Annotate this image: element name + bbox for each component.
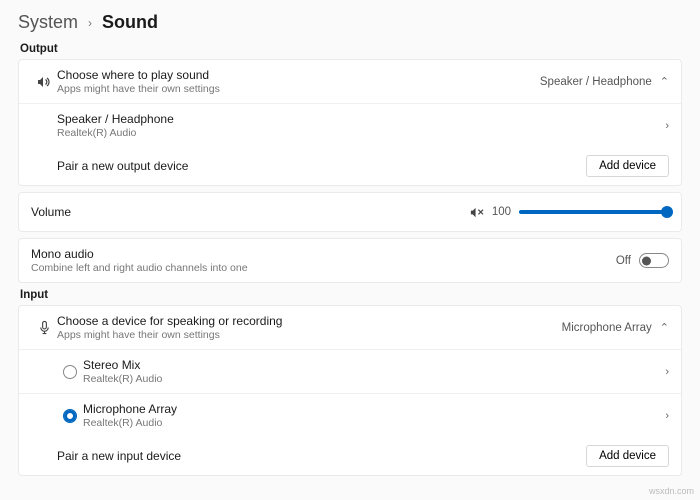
output-choose-row[interactable]: Choose where to play sound Apps might ha… (19, 60, 681, 104)
speaker-icon (31, 74, 57, 90)
mono-panel: Mono audio Combine left and right audio … (18, 238, 682, 283)
mono-row[interactable]: Mono audio Combine left and right audio … (19, 239, 681, 282)
mono-toggle[interactable] (639, 253, 669, 268)
input-section-label: Input (20, 289, 682, 301)
radio-selected-icon[interactable] (63, 409, 77, 423)
input-device-name: Stereo Mix (83, 358, 665, 372)
input-device-row[interactable]: Stereo Mix Realtek(R) Audio › (19, 350, 681, 394)
output-device-list: Speaker / Headphone Realtek(R) Audio › (19, 104, 681, 147)
mono-title: Mono audio (31, 247, 616, 261)
page-title: Sound (102, 12, 158, 33)
input-pair-row: Pair a new input device Add device (19, 437, 681, 475)
chevron-right-icon: › (665, 410, 669, 422)
volume-slider[interactable] (519, 210, 669, 214)
input-device-row[interactable]: Microphone Array Realtek(R) Audio › (19, 394, 681, 437)
input-choose-value: Microphone Array (562, 322, 652, 334)
chevron-up-icon: ⌃ (660, 321, 669, 334)
input-choose-sub: Apps might have their own settings (57, 329, 562, 341)
output-choose-title: Choose where to play sound (57, 68, 540, 82)
volume-row[interactable]: Volume 100 (19, 193, 681, 231)
mute-icon[interactable] (469, 205, 484, 220)
output-device-row[interactable]: Speaker / Headphone Realtek(R) Audio › (19, 104, 681, 147)
watermark: wsxdn.com (649, 486, 694, 496)
chevron-right-icon: › (88, 16, 92, 30)
input-choose-row[interactable]: Choose a device for speaking or recordin… (19, 306, 681, 350)
mono-sub: Combine left and right audio channels in… (31, 262, 616, 274)
input-device-list: Stereo Mix Realtek(R) Audio › Microphone… (19, 350, 681, 437)
input-pair-title: Pair a new input device (57, 449, 586, 463)
mono-state-label: Off (616, 255, 631, 267)
volume-slider-thumb[interactable] (661, 206, 673, 218)
output-panel: Choose where to play sound Apps might ha… (18, 59, 682, 186)
input-panel: Choose a device for speaking or recordin… (18, 305, 682, 476)
breadcrumb: System › Sound (18, 12, 682, 33)
radio-unselected-icon[interactable] (63, 365, 77, 379)
output-pair-row: Pair a new output device Add device (19, 147, 681, 185)
chevron-right-icon: › (665, 366, 669, 378)
output-device-driver: Realtek(R) Audio (57, 127, 665, 139)
add-output-device-button[interactable]: Add device (586, 155, 669, 177)
input-device-driver: Realtek(R) Audio (83, 373, 665, 385)
output-section-label: Output (20, 43, 682, 55)
breadcrumb-root[interactable]: System (18, 12, 78, 33)
volume-value: 100 (492, 206, 511, 218)
input-choose-title: Choose a device for speaking or recordin… (57, 314, 562, 328)
output-pair-title: Pair a new output device (57, 159, 586, 173)
input-device-driver: Realtek(R) Audio (83, 417, 665, 429)
volume-label: Volume (31, 205, 469, 219)
output-choose-value: Speaker / Headphone (540, 76, 652, 88)
output-device-name: Speaker / Headphone (57, 112, 665, 126)
chevron-right-icon: › (665, 120, 669, 132)
add-input-device-button[interactable]: Add device (586, 445, 669, 467)
input-device-name: Microphone Array (83, 402, 665, 416)
volume-panel: Volume 100 (18, 192, 682, 232)
microphone-icon (31, 320, 57, 335)
chevron-up-icon: ⌃ (660, 75, 669, 88)
output-choose-sub: Apps might have their own settings (57, 83, 540, 95)
